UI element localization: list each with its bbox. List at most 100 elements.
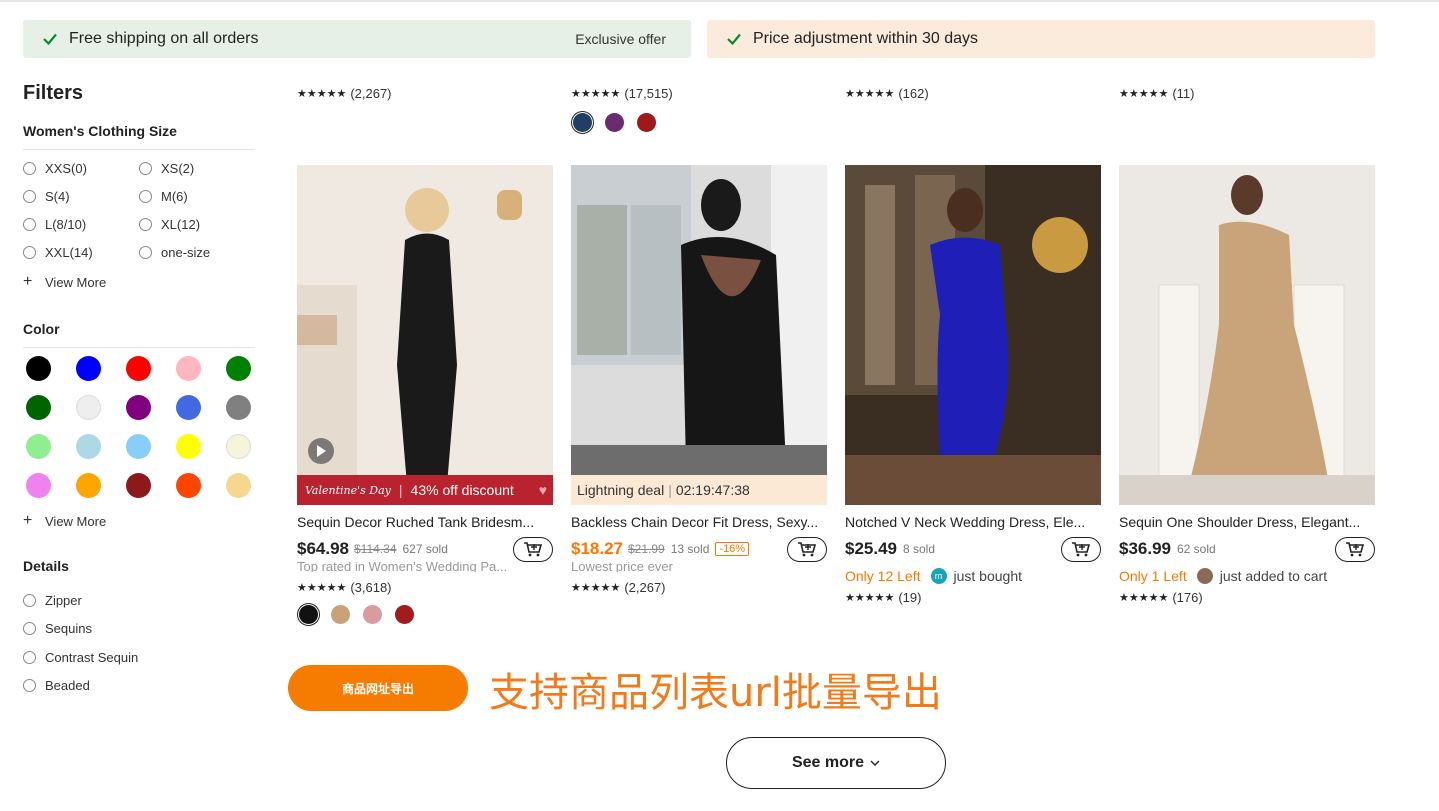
price: $18.27	[571, 539, 623, 558]
recent-activity: m just bought	[930, 568, 1022, 584]
product-card[interactable]: Notched V Neck Wedding Dress, Ele... $25…	[845, 165, 1101, 605]
avatar: m	[930, 568, 947, 584]
color-swatch[interactable]	[126, 434, 151, 459]
color-swatch[interactable]	[76, 434, 101, 459]
stars-icon: ★★★★★	[297, 582, 347, 594]
cart-icon	[1346, 542, 1365, 557]
pattern-swatch[interactable]	[571, 111, 594, 134]
add-to-cart-button[interactable]	[1335, 536, 1375, 562]
product-image[interactable]: Valentine's Day | 43% off discount ♥	[297, 165, 553, 505]
product-title[interactable]: Backless Chain Decor Fit Dress, Sexy...	[571, 514, 821, 530]
dress-photo-blue-ruffle	[845, 165, 1101, 505]
stars-icon: ★★★★★	[571, 582, 621, 594]
sold-count: 627 sold	[402, 542, 448, 556]
prev-product-rating: ★★★★★ (17,515)	[571, 86, 673, 101]
size-view-more[interactable]: + View More	[23, 273, 255, 291]
product-title[interactable]: Sequin Decor Ruched Tank Bridesm...	[297, 514, 547, 530]
stars-icon: ★★★★★	[297, 88, 347, 100]
size-label: M(6)	[161, 189, 188, 204]
size-label: XL(12)	[161, 217, 201, 232]
color-swatch[interactable]	[176, 434, 201, 459]
color-swatch[interactable]	[76, 356, 101, 381]
color-swatch[interactable]	[26, 395, 51, 420]
color-swatch[interactable]	[176, 395, 201, 420]
rating-count: (19)	[898, 590, 922, 605]
play-video-button[interactable]	[308, 438, 334, 464]
radio-icon	[23, 162, 36, 175]
rating-count: (162)	[898, 86, 929, 101]
see-more-label: See more	[791, 754, 865, 771]
product-card[interactable]: Lightning deal | 02:19:47:38 Backless Ch…	[571, 165, 827, 595]
detail-label: Sequins	[45, 621, 92, 637]
heart-icon: ♥	[538, 482, 547, 498]
color-swatch[interactable]	[126, 473, 151, 498]
detail-option-beaded[interactable]: Beaded	[23, 672, 255, 701]
pattern-swatch[interactable]	[637, 113, 656, 132]
color-swatch[interactable]	[226, 356, 251, 381]
dress-photo-gold-sequin	[1119, 165, 1375, 505]
color-swatch[interactable]	[226, 434, 251, 459]
color-swatch[interactable]	[26, 434, 51, 459]
color-swatch[interactable]	[76, 473, 101, 498]
size-label: S(4)	[45, 189, 70, 204]
lightning-deal-label: Lightning deal	[577, 482, 665, 498]
size-option-m[interactable]: M(6)	[139, 186, 255, 207]
product-image[interactable]	[845, 165, 1101, 505]
radio-icon	[139, 246, 152, 259]
export-urls-button[interactable]: 商品网址导出	[288, 665, 468, 711]
color-swatch[interactable]	[26, 473, 51, 498]
discount-badge: -16%	[715, 542, 750, 556]
pattern-swatch[interactable]	[363, 605, 382, 624]
lightning-deal-strip: Lightning deal | 02:19:47:38	[571, 475, 827, 505]
size-option-xxs[interactable]: XXS(0)	[23, 158, 139, 179]
add-to-cart-button[interactable]	[787, 536, 827, 562]
size-option-xs[interactable]: XS(2)	[139, 158, 255, 179]
color-swatch[interactable]	[176, 356, 201, 381]
checkmark-icon	[43, 33, 57, 46]
sold-count: 8 sold	[903, 542, 936, 556]
size-option-one-size[interactable]: one-size	[139, 242, 255, 263]
product-card[interactable]: Sequin One Shoulder Dress, Elegant... $3…	[1119, 165, 1375, 605]
product-image[interactable]: Lightning deal | 02:19:47:38	[571, 165, 827, 505]
see-more-button[interactable]: See more	[726, 737, 946, 789]
radio-icon	[23, 218, 36, 231]
size-option-xxl[interactable]: XXL(14)	[23, 242, 139, 263]
add-to-cart-button[interactable]	[1061, 536, 1101, 562]
product-card[interactable]: Valentine's Day | 43% off discount ♥ Seq…	[297, 165, 555, 626]
color-swatch[interactable]	[176, 473, 201, 498]
detail-label: Zipper	[45, 592, 82, 608]
recent-activity: just added to cart	[1196, 568, 1327, 584]
add-to-cart-button[interactable]	[513, 536, 553, 562]
filters-sidebar: Filters Women's Clothing Size XXS(0) XS(…	[23, 82, 255, 700]
product-title[interactable]: Sequin One Shoulder Dress, Elegant...	[1119, 514, 1369, 530]
product-image[interactable]	[1119, 165, 1375, 505]
free-shipping-banner: Free shipping on all orders Exclusive of…	[23, 20, 691, 58]
color-swatch[interactable]	[226, 473, 251, 498]
color-view-more[interactable]: + View More	[23, 512, 255, 530]
color-swatch[interactable]	[76, 395, 101, 420]
color-section-title: Color	[23, 321, 255, 348]
stars-icon: ★★★★★	[1119, 88, 1169, 100]
detail-option-sequins[interactable]: Sequins	[23, 615, 255, 644]
pattern-swatch[interactable]	[605, 113, 624, 132]
pattern-swatch[interactable]	[395, 605, 414, 624]
size-option-l[interactable]: L(8/10)	[23, 214, 139, 235]
size-options: XXS(0) XS(2) S(4) M(6) L(8/10) XL(12) XX…	[23, 158, 255, 263]
pattern-swatch[interactable]	[331, 605, 350, 624]
product-patterns	[297, 603, 555, 626]
details-section-title: Details	[23, 558, 69, 574]
radio-icon	[23, 190, 36, 203]
product-title[interactable]: Notched V Neck Wedding Dress, Ele...	[845, 514, 1095, 530]
detail-option-contrast-sequin[interactable]: Contrast Sequin	[23, 643, 255, 672]
size-option-xl[interactable]: XL(12)	[139, 214, 255, 235]
pattern-swatch[interactable]	[297, 603, 320, 626]
price: $64.98	[297, 539, 349, 558]
color-swatch[interactable]	[126, 356, 151, 381]
color-swatch[interactable]	[26, 356, 51, 381]
color-swatch[interactable]	[226, 395, 251, 420]
exclusive-offer-link[interactable]: Exclusive offer	[575, 31, 666, 47]
color-swatch[interactable]	[126, 395, 151, 420]
size-option-s[interactable]: S(4)	[23, 186, 139, 207]
detail-option-zipper[interactable]: Zipper	[23, 586, 255, 615]
rating-count: (2,267)	[350, 86, 392, 101]
